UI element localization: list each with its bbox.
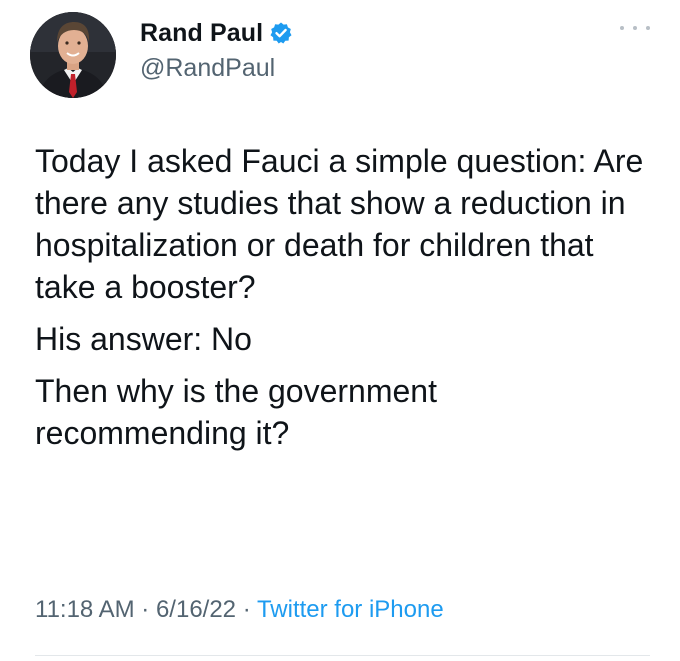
tweet-paragraph: Today I asked Fauci a simple question: A… <box>35 143 644 305</box>
meta-separator: · <box>236 596 257 623</box>
verified-badge-icon <box>269 21 293 45</box>
more-horizontal-icon[interactable] <box>620 22 650 34</box>
tweet-paragraph: Then why is the government recommending … <box>35 373 437 451</box>
tweet-paragraph: His answer: No <box>35 321 252 357</box>
profile-photo-icon <box>30 12 116 98</box>
tweet-source-link[interactable]: Twitter for iPhone <box>257 596 444 623</box>
tweet-date[interactable]: 6/16/22 <box>156 596 236 623</box>
tweet-card: Rand Paul @RandPaul Today I asked Fauci … <box>0 0 680 661</box>
tweet-header: Rand Paul @RandPaul <box>30 12 650 98</box>
tweet-meta: 11:18 AM · 6/16/22 · Twitter for iPhone <box>35 596 444 624</box>
handle[interactable]: @RandPaul <box>140 54 293 83</box>
author-names: Rand Paul @RandPaul <box>140 16 293 83</box>
display-name[interactable]: Rand Paul <box>140 19 263 48</box>
tweet-time[interactable]: 11:18 AM <box>35 596 135 623</box>
tweet-text: Today I asked Fauci a simple question: A… <box>35 140 655 454</box>
meta-separator: · <box>134 596 156 623</box>
divider <box>35 655 650 656</box>
avatar[interactable] <box>30 12 116 98</box>
display-name-row: Rand Paul <box>140 16 293 50</box>
